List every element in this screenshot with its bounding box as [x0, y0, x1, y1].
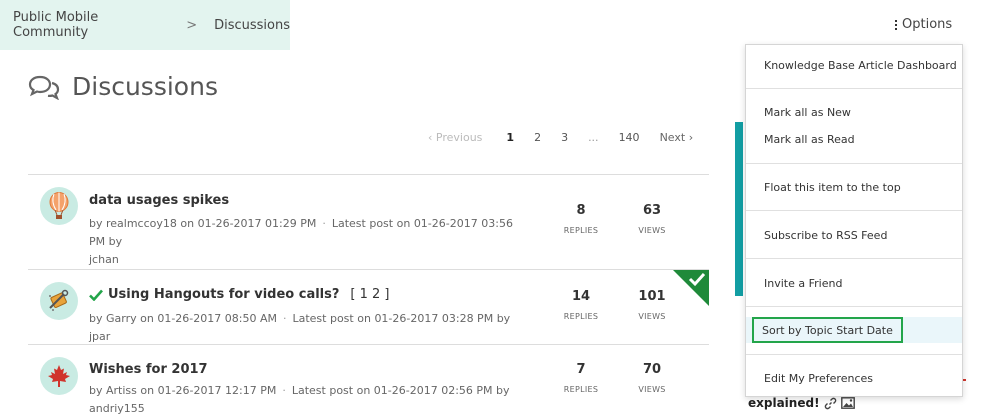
pagination-page-1[interactable]: 1 — [506, 131, 514, 144]
topic-row: Wishes for 2017 by Artiss on 01-26-2017 … — [28, 345, 709, 415]
post-date: 01-26-2017 01:29 PM — [197, 217, 317, 230]
menu-divider — [746, 306, 962, 307]
menu-item-edit-preferences[interactable]: Edit My Preferences — [746, 365, 962, 391]
solved-check-icon — [89, 289, 103, 301]
menu-item-sort-by-start-date[interactable]: Sort by Topic Start Date — [746, 317, 962, 343]
latest-post-date[interactable]: 01-26-2017 03:28 PM — [374, 312, 493, 325]
breadcrumb-current[interactable]: Discussions — [214, 18, 290, 33]
replies-count: 7 REPLIES — [563, 362, 599, 394]
author-link[interactable]: Artiss — [106, 384, 137, 397]
maple-leaf-icon[interactable] — [40, 357, 78, 395]
menu-divider — [746, 354, 962, 355]
menu-item-kb-dashboard[interactable]: Knowledge Base Article Dashboard — [746, 52, 962, 78]
menu-divider — [746, 163, 962, 164]
breadcrumb: Public Mobile Community > Discussions — [0, 0, 290, 50]
menu-item-mark-all-new[interactable]: Mark all as New — [746, 99, 962, 125]
latest-author-link[interactable]: andriy155 — [89, 402, 145, 415]
menu-item-mark-all-read[interactable]: Mark all as Read — [746, 126, 962, 152]
menu-item-float-to-top[interactable]: Float this item to the top — [746, 174, 962, 200]
pagination-previous: ‹ Previous — [428, 131, 483, 144]
pagination-ellipsis: ... — [588, 131, 599, 144]
solved-corner-badge-icon — [673, 270, 709, 306]
pagination: ‹ Previous 1 2 3 ... 140 Next › — [428, 131, 693, 144]
topic-row: data usages spikes by realmccoy18 on 01-… — [28, 175, 709, 270]
topic-meta: by Garry on 01-26-2017 08:50 AM · Latest p… — [89, 312, 511, 343]
options-menu-button[interactable]: Options — [895, 17, 952, 32]
breadcrumb-separator: > — [186, 17, 198, 33]
author-link[interactable]: realmccoy18 — [106, 217, 177, 230]
latest-author-link[interactable]: jpar — [89, 330, 110, 343]
topic-meta: by Artiss on 01-26-2017 12:17 PM · Latest … — [89, 384, 510, 415]
options-label: Options — [902, 17, 953, 32]
speech-bubbles-icon — [28, 75, 60, 100]
tools-icon[interactable] — [40, 282, 78, 320]
post-date: 01-26-2017 08:50 AM — [157, 312, 277, 325]
chevron-right-icon: › — [688, 131, 694, 144]
kebab-menu-icon — [895, 19, 897, 30]
replies-count: 14 REPLIES — [563, 289, 599, 321]
author-link[interactable]: Garry — [106, 312, 137, 325]
latest-author-link[interactable]: jchan — [89, 253, 119, 266]
topic-list: data usages spikes by realmccoy18 on 01-… — [28, 174, 709, 415]
sidebar-accent-bar — [735, 122, 743, 296]
pagination-next[interactable]: Next › — [660, 131, 694, 144]
image-icon — [840, 397, 855, 409]
views-count: 70 VIEWS — [638, 362, 666, 394]
pagination-page-3[interactable]: 3 — [561, 131, 568, 144]
views-count: 63 VIEWS — [638, 203, 666, 235]
latest-post-date[interactable]: 01-26-2017 02:56 PM — [374, 384, 493, 397]
highlight-box: Sort by Topic Start Date — [752, 317, 903, 343]
topic-meta: by realmccoy18 on 01-26-2017 01:29 PM · La… — [89, 217, 513, 266]
menu-divider — [746, 88, 962, 89]
pagination-page-last[interactable]: 140 — [619, 131, 640, 144]
replies-count: 8 REPLIES — [563, 203, 599, 235]
menu-item-subscribe-rss[interactable]: Subscribe to RSS Feed — [746, 222, 962, 248]
options-dropdown-menu: Knowledge Base Article Dashboard Mark al… — [745, 44, 963, 397]
sidebar-partial-link[interactable]: explained! — [748, 396, 855, 410]
topic-subject[interactable]: Using Hangouts for video calls? [ 1 2 ] — [89, 287, 390, 302]
page-title: Discussions — [28, 72, 218, 101]
page-title-text: Discussions — [72, 72, 218, 101]
topic-subject[interactable]: Wishes for 2017 — [89, 362, 208, 377]
menu-item-invite-friend[interactable]: Invite a Friend — [746, 270, 962, 296]
menu-divider — [746, 258, 962, 259]
link-icon — [824, 397, 836, 409]
views-count: 101 VIEWS — [638, 289, 666, 321]
pagination-page-2[interactable]: 2 — [534, 131, 541, 144]
topic-row: Using Hangouts for video calls? [ 1 2 ] … — [28, 270, 709, 345]
breadcrumb-home-link[interactable]: Public Mobile Community — [13, 10, 169, 40]
post-date: 01-26-2017 12:17 PM — [157, 384, 277, 397]
menu-divider — [746, 210, 962, 211]
topic-page-links[interactable]: [ 1 2 ] — [350, 287, 389, 302]
topic-subject[interactable]: data usages spikes — [89, 193, 229, 208]
hot-air-balloon-icon[interactable] — [40, 187, 78, 225]
